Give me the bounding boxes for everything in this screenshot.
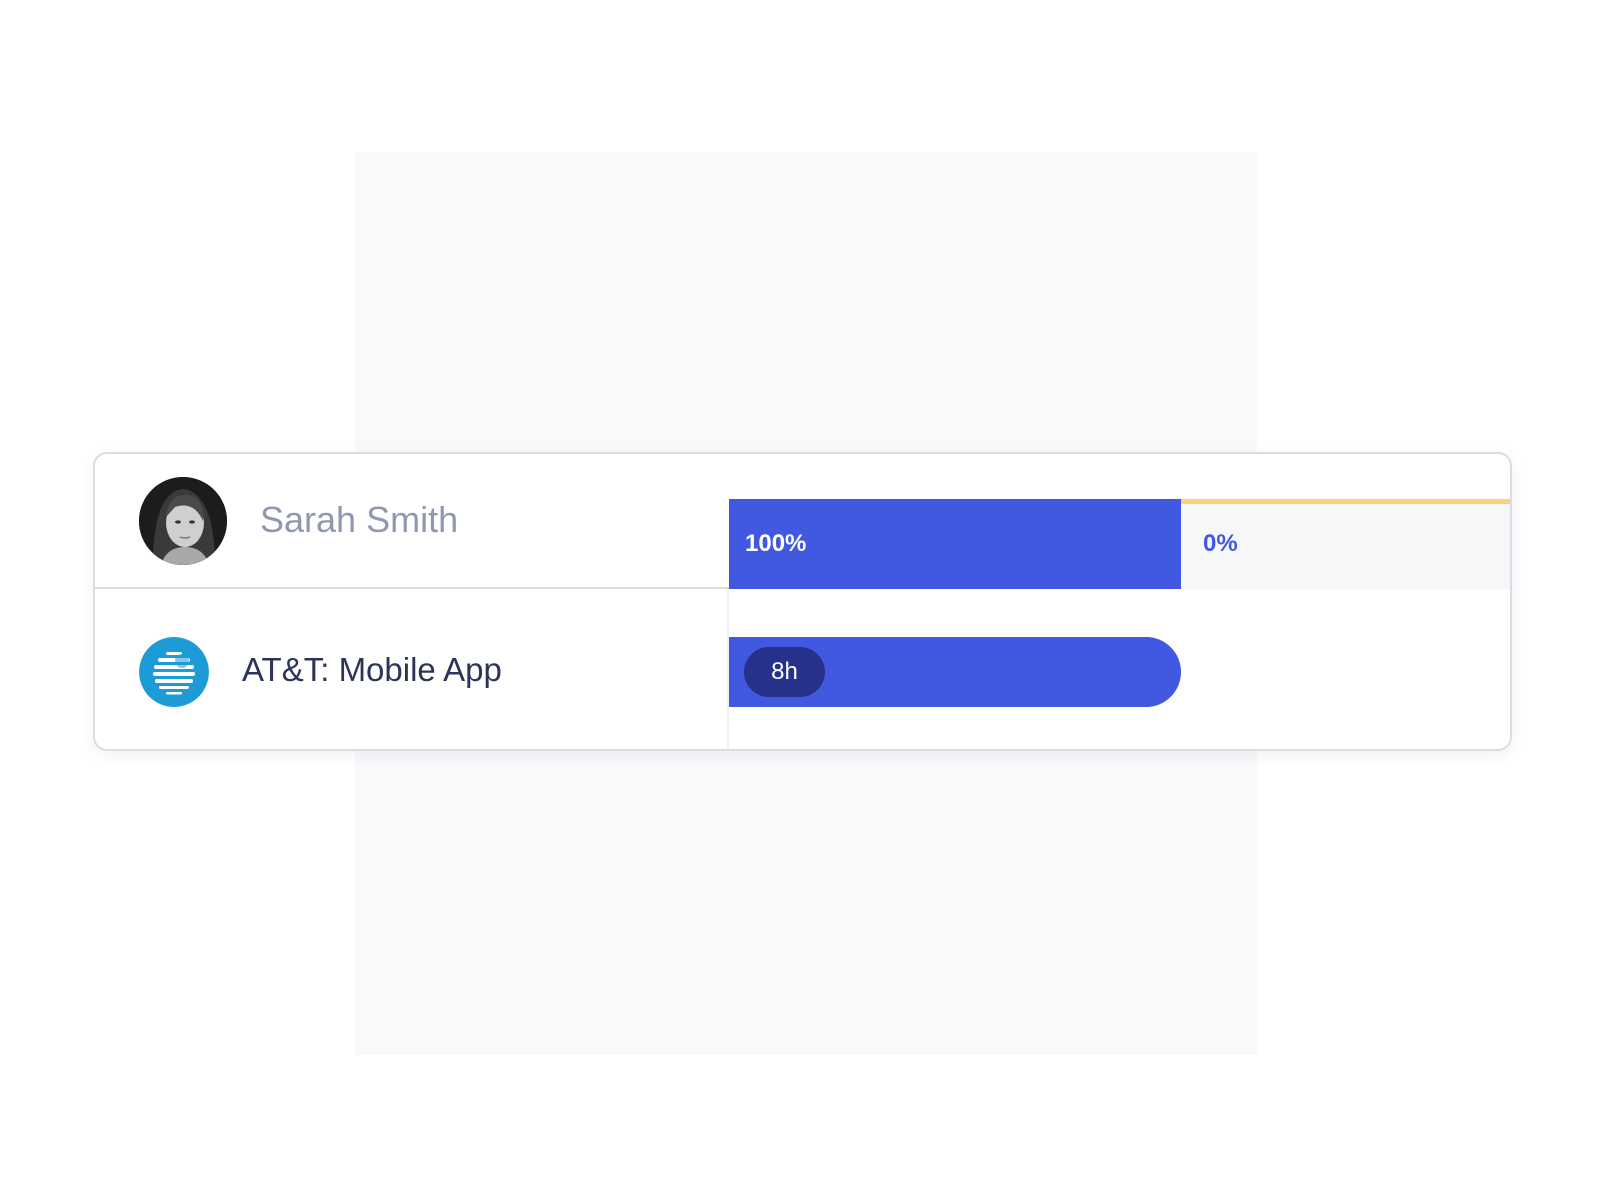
resource-card: Sarah Smith 100% 0% AT&T: Mobile App 8h (93, 452, 1512, 751)
available-percent-label: 0% (1203, 530, 1238, 557)
att-globe-icon (139, 637, 209, 707)
stage: Sarah Smith 100% 0% AT&T: Mobile App 8h (0, 0, 1600, 1200)
avatar (139, 477, 227, 565)
allocated-percent-label: 100% (745, 530, 807, 557)
person-row[interactable]: Sarah Smith 100% 0% (95, 454, 1510, 589)
att-logo (139, 637, 209, 707)
assignment-bar[interactable]: 8h (729, 637, 1181, 707)
project-row[interactable]: AT&T: Mobile App 8h (95, 589, 1510, 749)
avatar-portrait-icon (139, 477, 227, 565)
project-name: AT&T: Mobile App (242, 651, 502, 688)
allocated-bar[interactable]: 100% (729, 499, 1181, 589)
person-name: Sarah Smith (260, 499, 459, 540)
hours-badge: 8h (744, 647, 825, 697)
available-bar[interactable]: 0% (1181, 499, 1510, 589)
